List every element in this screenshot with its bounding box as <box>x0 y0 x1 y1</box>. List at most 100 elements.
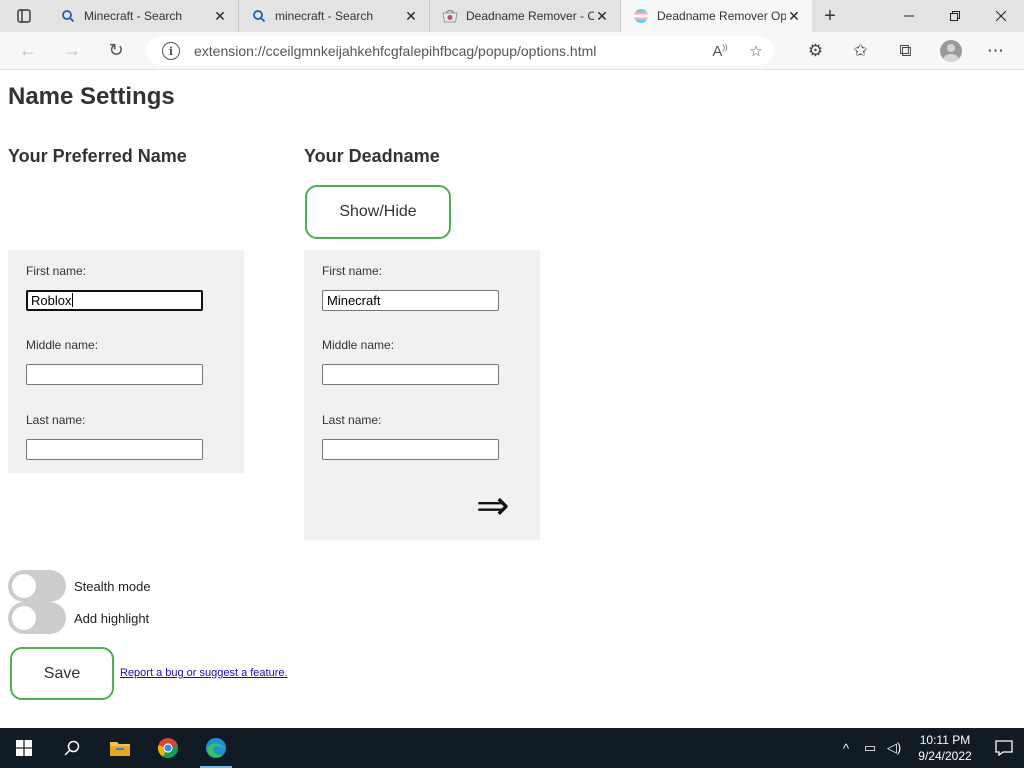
tab-title: minecraft - Search <box>275 9 374 23</box>
restore-button[interactable] <box>932 0 978 32</box>
close-icon[interactable]: ✕ <box>786 8 802 25</box>
options-page: Name Settings Your Preferred Name Your D… <box>0 71 1024 728</box>
preferred-name-panel: First name: Roblox Middle name: Last nam… <box>8 250 244 473</box>
browser-toolbar: ← → ↻ i extension://cceilgmnkeijahkehfcg… <box>0 32 1024 70</box>
deadname-last-name-input[interactable] <box>322 439 499 460</box>
preferred-first-name-input[interactable]: Roblox <box>26 290 203 311</box>
report-bug-link[interactable]: Report a bug or suggest a feature. <box>120 667 288 679</box>
clock-date: 9/24/2022 <box>918 749 972 763</box>
close-icon[interactable]: ✕ <box>212 8 228 25</box>
double-arrow-right-icon: ⇒ <box>476 483 510 529</box>
chevron-up-icon[interactable]: ^ <box>834 741 858 756</box>
more-icon: ⋯ <box>987 41 1004 60</box>
taskbar-search-button[interactable] <box>48 728 96 768</box>
network-icon[interactable]: ▭ <box>858 740 882 756</box>
add-highlight-label: Add highlight <box>74 611 150 626</box>
tab-actions-icon <box>17 9 31 23</box>
tab-title: Minecraft - Search <box>84 9 183 23</box>
stealth-mode-label: Stealth mode <box>74 579 151 594</box>
preferred-middle-name-input[interactable] <box>26 364 203 385</box>
tab-actions-button[interactable] <box>0 0 48 32</box>
chrome-taskbar-button[interactable] <box>144 728 192 768</box>
back-button[interactable]: ← <box>6 32 50 70</box>
chrome-icon <box>157 738 179 759</box>
tab-deadname-remover-options[interactable]: Deadname Remover Op ✕ <box>621 0 812 32</box>
collections-icon: ⧉ <box>899 41 912 60</box>
edge-taskbar-button[interactable] <box>192 728 240 768</box>
middle-name-label: Middle name: <box>322 338 395 352</box>
deadname-first-name-input[interactable]: Minecraft <box>322 290 499 311</box>
page-title: Name Settings <box>8 83 175 110</box>
minimize-button[interactable] <box>886 0 932 32</box>
settings-menu-button[interactable]: ⋯ <box>973 32 1018 70</box>
first-name-label: First name: <box>26 264 87 278</box>
close-icon[interactable]: ✕ <box>403 8 419 25</box>
folder-icon <box>110 742 130 756</box>
refresh-icon: ↻ <box>108 40 124 60</box>
show-hide-button[interactable]: Show/Hide <box>305 185 451 239</box>
taskbar-clock[interactable]: 10:11 PM 9/24/2022 <box>906 732 984 764</box>
volume-icon[interactable]: ◁) <box>882 740 906 756</box>
puzzle-icon: ⚙ <box>807 41 824 60</box>
taskbar: ^ ▭ ◁) 10:11 PM 9/24/2022 <box>0 728 1024 768</box>
preferred-last-name-input[interactable] <box>26 439 203 460</box>
start-button[interactable] <box>0 728 48 768</box>
last-name-label: Last name: <box>322 413 382 427</box>
tab-title: Deadname Remover - C <box>466 9 594 23</box>
read-aloud-icon[interactable]: A)) <box>702 43 738 60</box>
url-text[interactable]: extension://cceilgmnkeijahkehfcgfalepihf… <box>194 43 702 59</box>
deadname-panel: First name: Minecraft Middle name: Last … <box>304 250 540 540</box>
notification-button[interactable] <box>984 740 1024 756</box>
info-icon[interactable]: i <box>162 42 180 60</box>
address-bar[interactable]: i extension://cceilgmnkeijahkehfcgfalepi… <box>146 36 774 66</box>
tab-minecraft-search-1[interactable]: Minecraft - Search ✕ <box>48 0 239 32</box>
collections-button[interactable]: ⧉ <box>883 32 928 70</box>
tab-minecraft-search-2[interactable]: minecraft - Search ✕ <box>239 0 430 32</box>
arrow-right-icon: → <box>63 40 81 60</box>
chrome-webstore-icon <box>442 8 458 24</box>
preferred-name-heading: Your Preferred Name <box>8 146 187 166</box>
deadname-middle-name-input[interactable] <box>322 364 499 385</box>
add-highlight-toggle[interactable] <box>8 602 66 634</box>
restore-icon <box>950 11 960 21</box>
close-window-button[interactable] <box>978 0 1024 32</box>
file-explorer-button[interactable] <box>96 728 144 768</box>
profile-button[interactable] <box>928 32 973 70</box>
favorites-icon: ✩ <box>853 41 868 60</box>
window-controls <box>886 0 1024 32</box>
avatar <box>939 40 962 62</box>
stealth-mode-toggle[interactable] <box>8 570 66 602</box>
add-favorite-icon[interactable]: ☆ <box>738 42 774 60</box>
minimize-icon <box>904 15 914 17</box>
first-name-label: First name: <box>322 264 383 278</box>
trans-flag-icon <box>633 8 649 24</box>
toolbar-right-buttons: ⚙ ✩ ⧉ ⋯ <box>793 32 1018 70</box>
extensions-button[interactable]: ⚙ <box>793 32 838 70</box>
deadname-heading: Your Deadname <box>304 146 440 166</box>
close-icon <box>996 11 1006 21</box>
arrow-left-icon: ← <box>19 40 37 60</box>
refresh-button[interactable]: ↻ <box>94 32 138 70</box>
tab-strip: Minecraft - Search ✕ minecraft - Search … <box>0 0 1024 32</box>
system-tray: ^ ▭ ◁) 10:11 PM 9/24/2022 <box>834 728 1024 768</box>
windows-icon <box>16 740 32 756</box>
save-button[interactable]: Save <box>10 647 114 700</box>
tab-title: Deadname Remover Op <box>657 9 786 23</box>
last-name-label: Last name: <box>26 413 86 427</box>
middle-name-label: Middle name: <box>26 338 99 352</box>
edge-icon <box>206 738 226 758</box>
clock-time: 10:11 PM <box>919 733 971 747</box>
browser-window: Minecraft - Search ✕ minecraft - Search … <box>0 0 1024 728</box>
notification-icon <box>995 740 1013 756</box>
new-tab-button[interactable]: + <box>812 0 848 32</box>
input-value: Roblox <box>31 293 72 308</box>
search-icon <box>64 740 80 756</box>
close-icon[interactable]: ✕ <box>594 8 610 25</box>
favorites-button[interactable]: ✩ <box>838 32 883 70</box>
text-caret <box>72 293 74 307</box>
forward-button[interactable]: → <box>50 32 94 70</box>
toggle-knob <box>12 606 36 630</box>
search-icon <box>251 8 267 24</box>
search-icon <box>60 8 76 24</box>
tab-deadname-remover-store[interactable]: Deadname Remover - C ✕ <box>430 0 621 32</box>
